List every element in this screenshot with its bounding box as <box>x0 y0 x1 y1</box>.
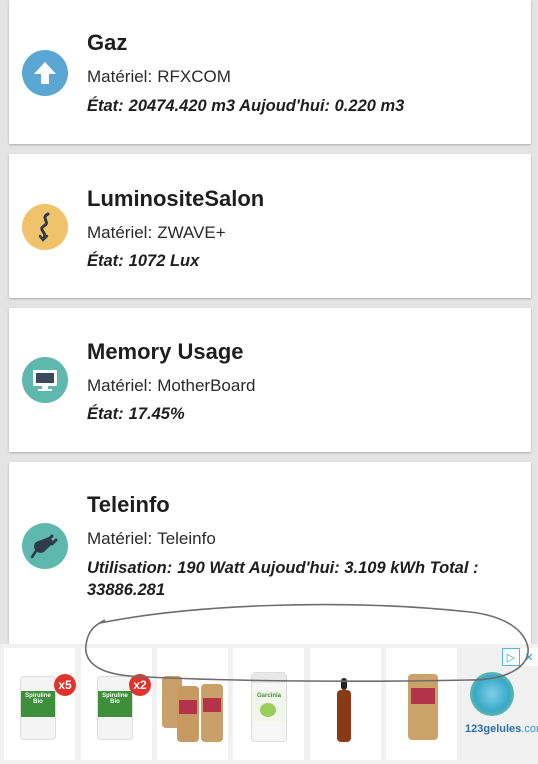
device-card-memory-usage[interactable]: Memory Usage Matériel: MotherBoard État: 1… <box>9 308 531 452</box>
product-bottle-image: Spiruline Bio <box>20 676 56 740</box>
device-name: LuminositeSalon <box>87 186 265 211</box>
device-hardware: Matériel: Teleinfo <box>87 529 216 548</box>
product-label: Spiruline Bio <box>25 693 51 705</box>
device-name: Teleinfo <box>87 492 170 517</box>
arrow-up-icon <box>22 50 68 96</box>
device-name: Gaz <box>87 30 128 55</box>
adchoices-icon[interactable]: ▷ <box>502 648 520 666</box>
device-hardware: Matériel: ZWAVE+ <box>87 223 226 242</box>
ad-product-tile[interactable] <box>157 648 228 760</box>
dandelion-icon <box>470 672 514 716</box>
quantity-badge: x5 <box>54 674 76 696</box>
device-state: État: 17.45% <box>87 405 185 423</box>
ad-product-tile[interactable] <box>310 648 381 760</box>
ad-banner[interactable]: Spiruline Bio x5 Spiruline Bio x2 Garcin… <box>0 644 538 764</box>
brand-logo[interactable] <box>462 668 532 758</box>
device-state: État: 20474.420 m3 Aujoud'hui: 0.220 m3 <box>87 97 405 115</box>
squiggle-icon <box>22 204 68 250</box>
product-bag-image <box>177 686 199 742</box>
device-state: Utilisation: 190 Watt Aujoud'hui: 3.109 k… <box>87 559 479 599</box>
ad-product-tile[interactable]: Spiruline Bio x5 <box>4 648 76 760</box>
product-label: Spiruline Bio <box>102 693 128 705</box>
ad-product-tile[interactable]: Spiruline Bio x2 <box>81 648 152 760</box>
ad-product-tile[interactable] <box>386 648 457 760</box>
device-hardware: Matériel: RFXCOM <box>87 67 231 86</box>
device-name: Memory Usage <box>87 339 244 364</box>
ad-product-tile[interactable]: Garcinia <box>233 648 304 760</box>
quantity-badge: x2 <box>129 674 151 696</box>
product-bag-image <box>408 674 438 740</box>
device-card-teleinfo[interactable]: Teleinfo Matériel: Teleinfo Utilisation: 1… <box>9 462 531 644</box>
product-bottle-image: Spiruline Bio <box>97 676 133 740</box>
device-card-luminositesalon[interactable]: LuminositeSalon Matériel: ZWAVE+ État: 107… <box>9 154 531 298</box>
device-hardware: Matériel: MotherBoard <box>87 376 256 395</box>
product-bag-image <box>201 684 223 742</box>
product-spray-image <box>337 690 351 742</box>
product-spray-image <box>341 678 347 690</box>
product-bottle-image: Garcinia <box>251 672 287 742</box>
plug-icon <box>22 523 68 569</box>
monitor-icon <box>22 357 68 403</box>
brand-name: 123gelules.com <box>465 723 538 735</box>
ad-close-icon[interactable]: ✕ <box>520 648 538 666</box>
device-state: État: 1072 Lux <box>87 252 200 270</box>
device-card-gaz[interactable]: Gaz Matériel: RFXCOM État: 20474.420 m3 Au… <box>9 0 531 144</box>
product-label: Garcinia <box>256 693 281 699</box>
